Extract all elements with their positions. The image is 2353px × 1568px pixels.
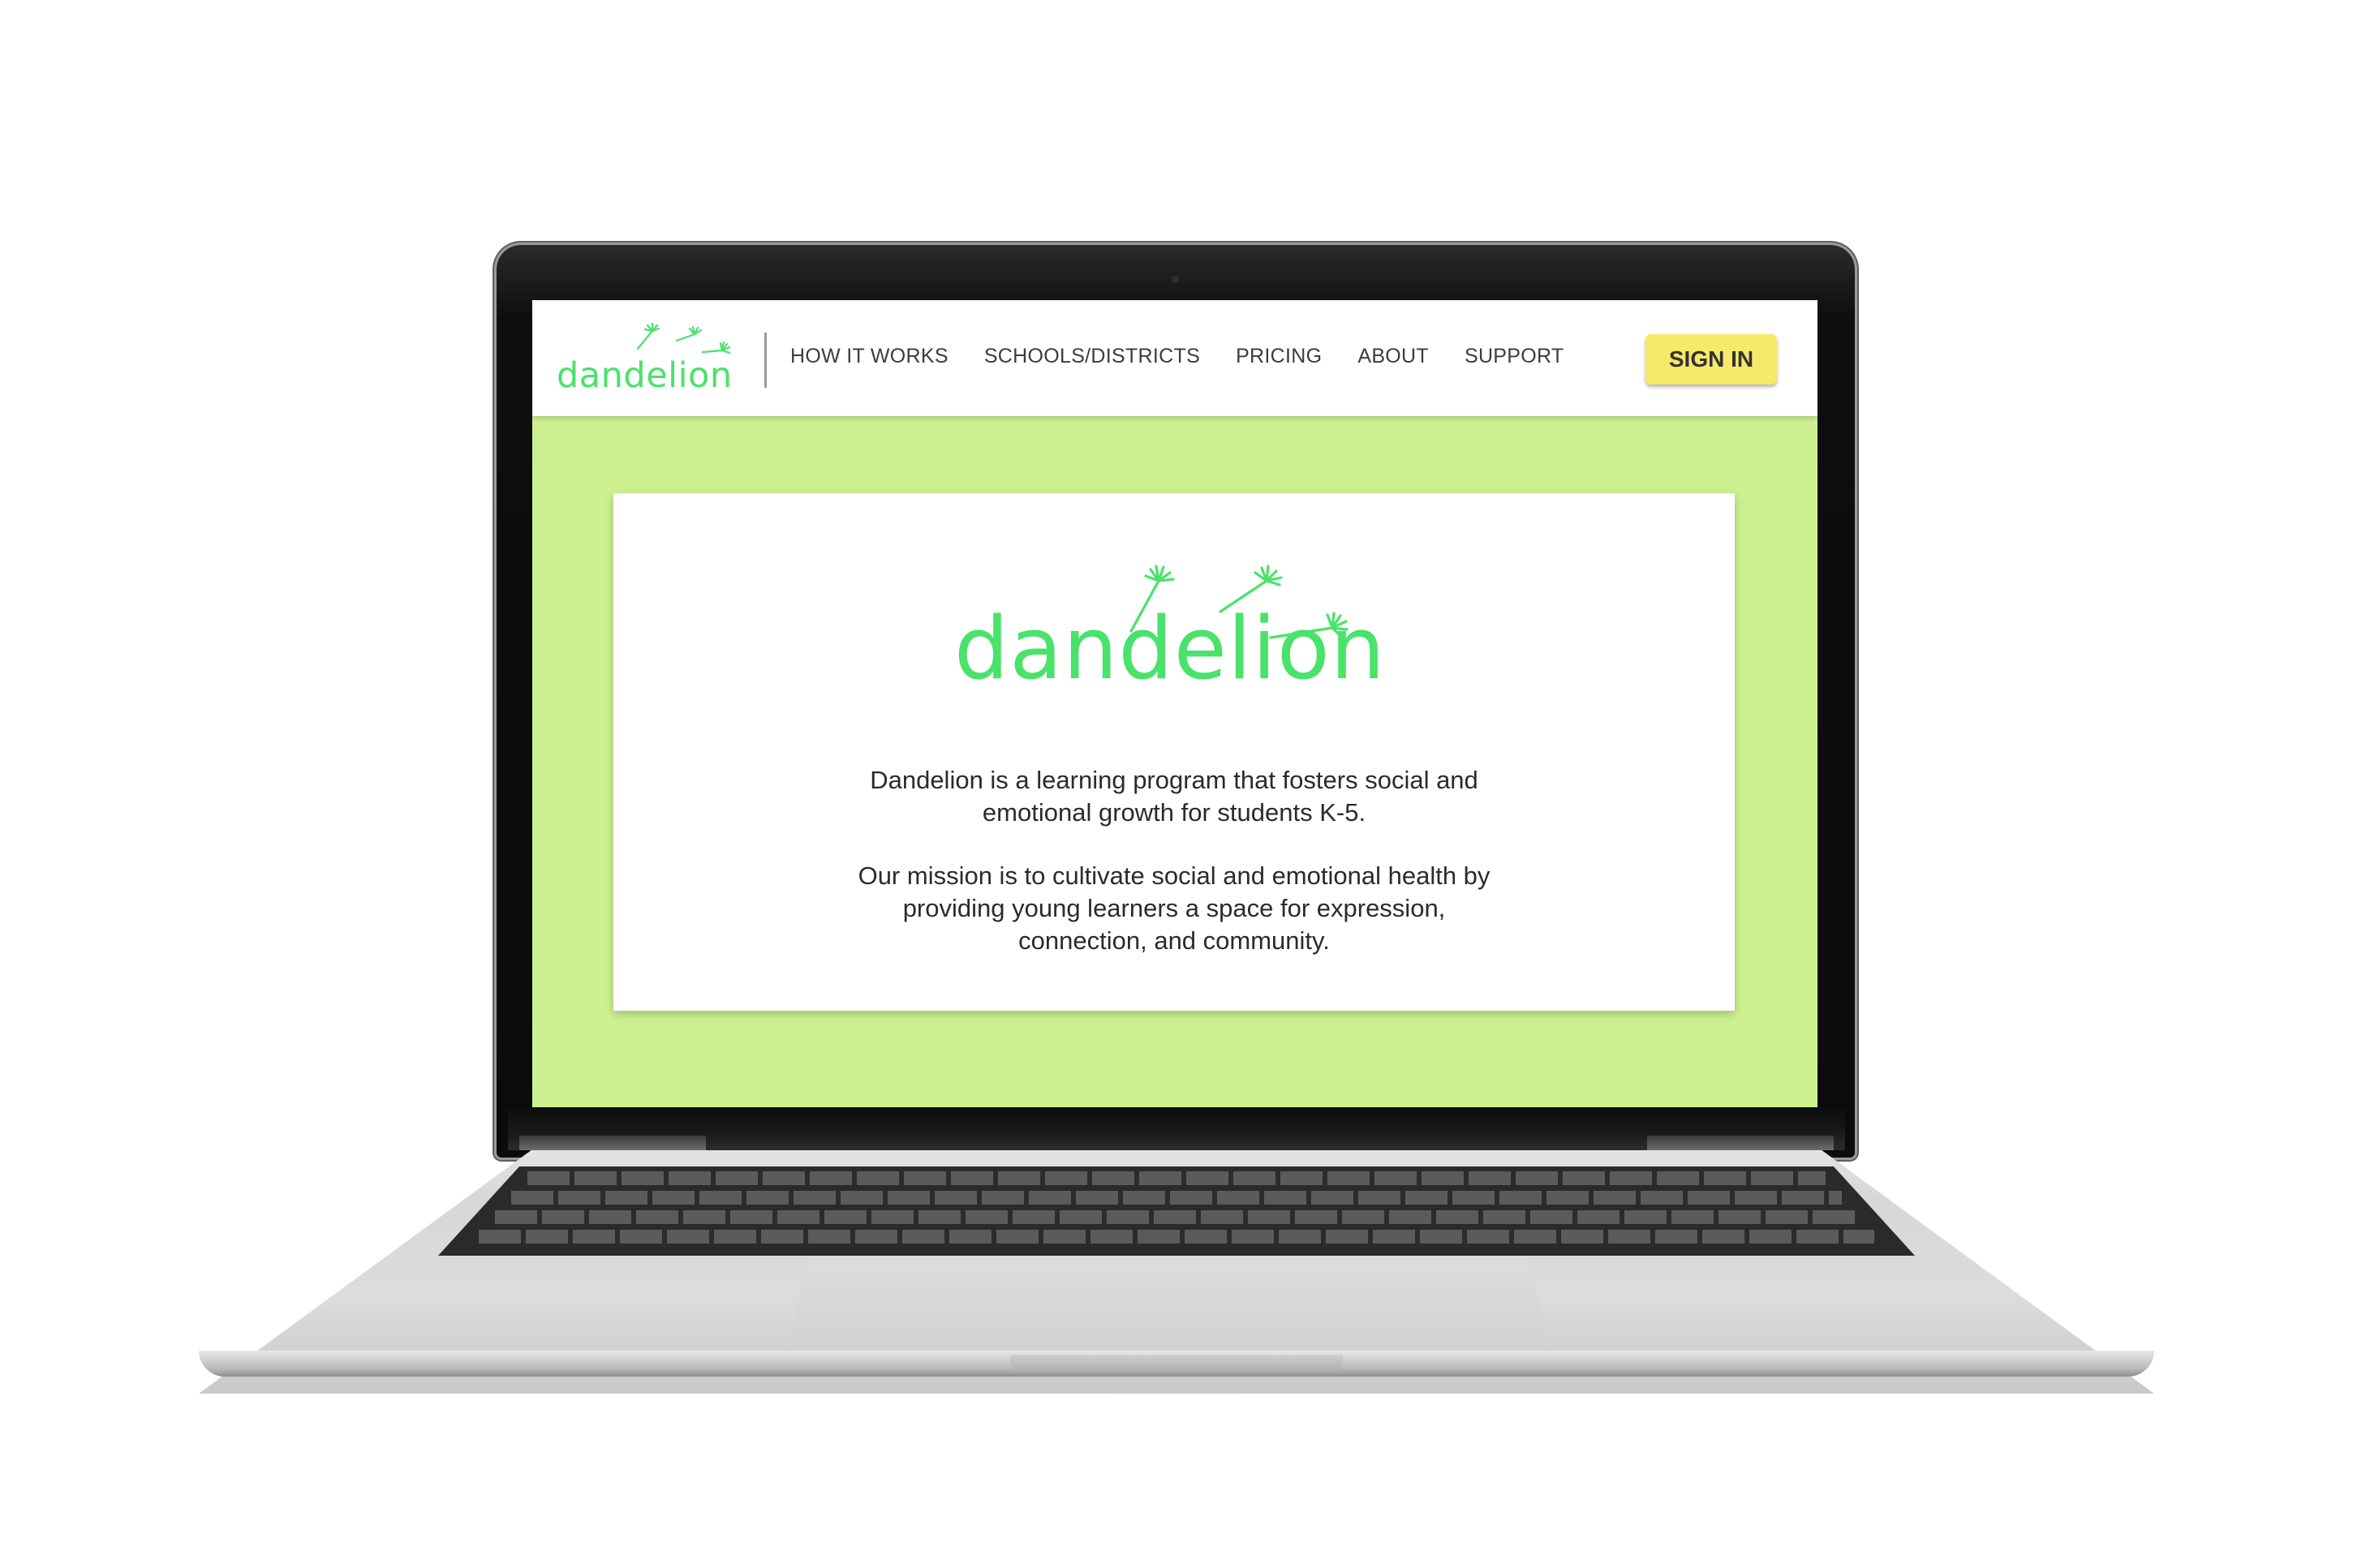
sign-in-button[interactable]: SIGN IN <box>1645 334 1777 384</box>
browser-viewport: dandelion HOW IT WORKS SCHOOLS/DISTRICTS… <box>532 300 1817 1107</box>
nav-links: HOW IT WORKS SCHOOLS/DISTRICTS PRICING A… <box>790 345 1564 368</box>
hero-paragraph-1: Dandelion is a learning program that fos… <box>870 766 1478 827</box>
laptop-hinge <box>508 1108 1845 1150</box>
hinge-right <box>1647 1136 1834 1150</box>
hero-logo-text: dandelion <box>954 599 1386 698</box>
nav-logo-text: dandelion <box>557 355 733 396</box>
nav-link-pricing[interactable]: PRICING <box>1236 345 1322 368</box>
hinge-left <box>519 1136 706 1150</box>
nav-link-schools-districts[interactable]: SCHOOLS/DISTRICTS <box>984 345 1200 368</box>
top-navigation-bar: dandelion HOW IT WORKS SCHOOLS/DISTRICTS… <box>532 300 1817 416</box>
nav-link-how-it-works[interactable]: HOW IT WORKS <box>790 345 949 368</box>
nav-logo[interactable]: dandelion <box>557 323 735 404</box>
hero-card: dandelion Dandelion is a learning progra… <box>613 493 1735 1011</box>
hero-logo: dandelion <box>954 542 1409 720</box>
nav-link-support[interactable]: SUPPORT <box>1465 345 1564 368</box>
keyboard <box>438 1166 1915 1256</box>
nav-link-about[interactable]: ABOUT <box>1357 345 1429 368</box>
hero-paragraph-2: Our mission is to cultivate social and e… <box>858 861 1491 955</box>
key-row <box>527 1171 1826 1185</box>
nav-divider <box>764 333 767 388</box>
key-row <box>511 1191 1842 1205</box>
key-row <box>495 1210 1858 1224</box>
key-row <box>479 1230 1874 1244</box>
webcam <box>1172 276 1179 283</box>
trackpad <box>785 1262 1551 1353</box>
lid-opening-notch <box>1010 1355 1343 1371</box>
